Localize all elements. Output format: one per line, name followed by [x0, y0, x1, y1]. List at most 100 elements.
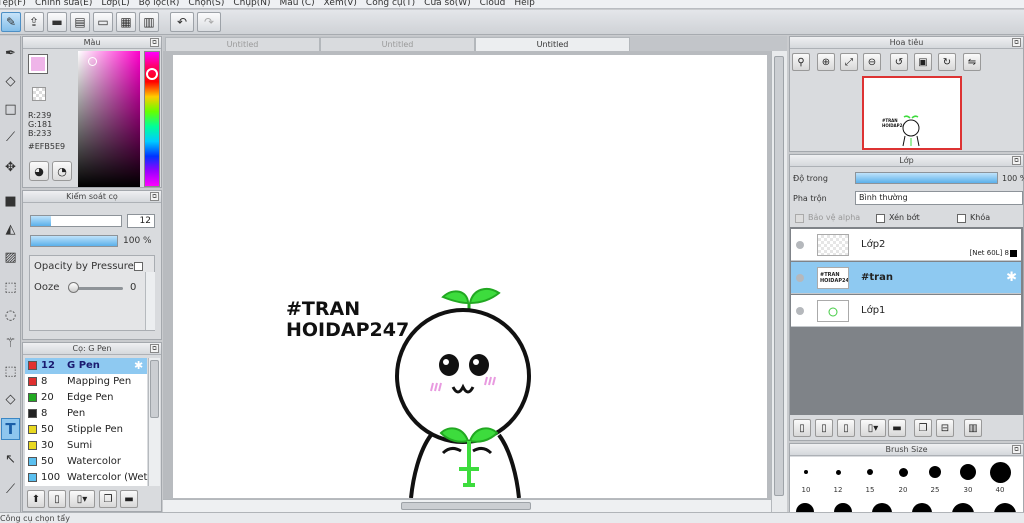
redo-button[interactable]: ↷	[197, 12, 221, 32]
rotate-left-button[interactable]: ↺	[890, 53, 908, 71]
brush-size-10[interactable]	[790, 459, 822, 485]
ooze-slider-handle[interactable]	[68, 282, 79, 293]
brush-size-12[interactable]	[822, 459, 854, 485]
layer-opacity-slider[interactable]	[855, 172, 998, 184]
options-scrollbar[interactable]	[145, 272, 155, 330]
brush-item-mapping-pen[interactable]: 8 Mapping Pen	[25, 374, 147, 390]
fit-window-button[interactable]: ⤢	[840, 53, 858, 71]
fill-rect-tool[interactable]: ■	[1, 190, 20, 212]
layer-menu-button[interactable]: ▯▾	[860, 419, 886, 437]
brush-item-sumi[interactable]: 30 Sumi	[25, 438, 147, 454]
panel-popout-button[interactable]: ⧉	[1012, 445, 1021, 454]
panel-popout-button[interactable]: ⧉	[150, 344, 159, 353]
hue-cursor[interactable]	[146, 68, 158, 80]
layer-row-lop2[interactable]: Lớp2 [Net 60L] 8	[791, 229, 1021, 261]
brush-size-input[interactable]: 12	[127, 214, 155, 228]
size-dot[interactable]	[796, 503, 814, 512]
palette-options-button[interactable]: ◔	[52, 161, 72, 181]
pen-tool[interactable]: ✒	[1, 42, 20, 64]
zoom-in-button[interactable]: ⊕	[817, 53, 835, 71]
delete-layer-button[interactable]: ▥	[964, 419, 982, 437]
new-layer-set-button[interactable]: ▯	[837, 419, 855, 437]
canvas-horizontal-scrollbar[interactable]	[163, 499, 771, 512]
brush-import-button[interactable]: ⬆	[27, 490, 45, 508]
visibility-icon[interactable]	[796, 307, 804, 315]
layer-row-lop1[interactable]: Lớp1	[791, 295, 1021, 327]
reset-view-button[interactable]: ▣	[914, 53, 932, 71]
canvas-horizontal-thumb[interactable]	[401, 502, 531, 510]
eraser-tool[interactable]: ◇	[1, 70, 20, 92]
sv-cursor[interactable]	[88, 57, 97, 66]
canvas-vertical-scrollbar[interactable]	[771, 51, 787, 512]
menu-file[interactable]: Tệp(F)	[0, 0, 26, 8]
copy-layer-button[interactable]: ❐	[914, 419, 932, 437]
gradient-tool[interactable]: ▨	[1, 246, 20, 268]
brush-item-watercolor-wet[interactable]: 100 Watercolor (Wet)	[25, 470, 151, 486]
palette-button[interactable]: ◕	[29, 161, 49, 181]
menu-layer[interactable]: Lớp(L)	[101, 0, 129, 8]
blend-mode-select[interactable]: Bình thường	[855, 191, 1023, 205]
export-button[interactable]: ⇪	[24, 12, 44, 32]
menu-edit[interactable]: Chỉnh sửa(E)	[35, 0, 92, 8]
tab-untitled-3[interactable]: Untitled	[475, 37, 630, 51]
brush-item-watercolor[interactable]: 50 Watercolor	[25, 454, 147, 470]
brush-item-edge-pen[interactable]: 20 Edge Pen	[25, 390, 147, 406]
brush-size-30[interactable]	[952, 459, 984, 485]
canvas-vertical-thumb[interactable]	[774, 56, 784, 496]
flip-horizontal-button[interactable]: ⇋	[963, 53, 981, 71]
hue-slider[interactable]	[144, 51, 160, 187]
brush-opacity-slider[interactable]	[30, 235, 118, 247]
menu-tools[interactable]: Công cụ(T)	[366, 0, 415, 8]
operation-tool[interactable]: ↖	[1, 448, 20, 470]
foreground-color-swatch[interactable]	[28, 54, 48, 74]
select-eraser-tool[interactable]: ◇	[1, 388, 20, 410]
menu-select[interactable]: Chọn(S)	[188, 0, 224, 8]
move-tool[interactable]: ✥	[1, 156, 20, 178]
panel-popout-button[interactable]: ⧉	[1012, 156, 1021, 165]
visibility-icon[interactable]	[796, 241, 804, 249]
brush-size-25[interactable]	[919, 459, 951, 485]
panel-toggle-button[interactable]: ▤	[70, 12, 90, 32]
lock-checkbox[interactable]	[957, 214, 966, 223]
panel-popout-button[interactable]: ⧉	[150, 38, 159, 47]
bucket-tool[interactable]: ◭	[1, 218, 20, 240]
brush-size-15[interactable]	[854, 459, 886, 485]
comment-button[interactable]: ▬	[47, 12, 67, 32]
navigator-preview[interactable]: #TRAN HOIDAP247	[862, 76, 962, 150]
panel-popout-button[interactable]: ⧉	[150, 192, 159, 201]
size-dot[interactable]	[834, 503, 852, 512]
zoom-out-nav-button[interactable]: ⚲	[792, 53, 810, 71]
drawing-canvas[interactable]: #TRAN HOIDAP247	[173, 55, 767, 498]
menu-filter[interactable]: Bộ lọc(R)	[139, 0, 180, 8]
clip-checkbox[interactable]	[876, 214, 885, 223]
window-toggle-button[interactable]: ▭	[93, 12, 113, 32]
select-pen-tool[interactable]: ⬚	[1, 360, 20, 382]
brush-size-40[interactable]	[984, 459, 1016, 485]
menu-view[interactable]: Xem(V)	[324, 0, 357, 8]
brush-copy-button[interactable]: ❐	[99, 490, 117, 508]
menu-color[interactable]: Màu (C)	[280, 0, 315, 8]
zoom-out-button[interactable]: ⊖	[863, 53, 881, 71]
opacity-pressure-checkbox[interactable]	[134, 262, 143, 271]
tab-untitled-1[interactable]: Untitled	[165, 37, 320, 51]
rotate-right-button[interactable]: ↻	[938, 53, 956, 71]
magic-wand-tool[interactable]: ⚚	[1, 332, 20, 354]
undo-button[interactable]: ↶	[170, 12, 194, 32]
new-folder-button[interactable]: ▬	[888, 419, 906, 437]
size-dot[interactable]	[912, 503, 932, 512]
grid-toggle-button[interactable]: ▦	[116, 12, 136, 32]
protect-alpha-checkbox[interactable]	[795, 214, 804, 223]
menu-help[interactable]: Help	[514, 0, 535, 8]
brush-size-20[interactable]	[887, 459, 919, 485]
saturation-value-picker[interactable]	[78, 51, 140, 187]
merge-down-button[interactable]: ⊟	[936, 419, 954, 437]
brush-item-pen[interactable]: 8 Pen	[25, 406, 147, 422]
menu-capture[interactable]: Chụp(N)	[233, 0, 270, 8]
brush-folder-button[interactable]: ▬	[120, 490, 138, 508]
size-dot[interactable]	[994, 503, 1016, 512]
size-dot[interactable]	[952, 503, 974, 512]
transparent-color-swatch[interactable]	[32, 87, 46, 101]
visibility-icon[interactable]	[796, 274, 804, 282]
tab-untitled-2[interactable]: Untitled	[320, 37, 475, 51]
size-dot[interactable]	[872, 503, 892, 512]
